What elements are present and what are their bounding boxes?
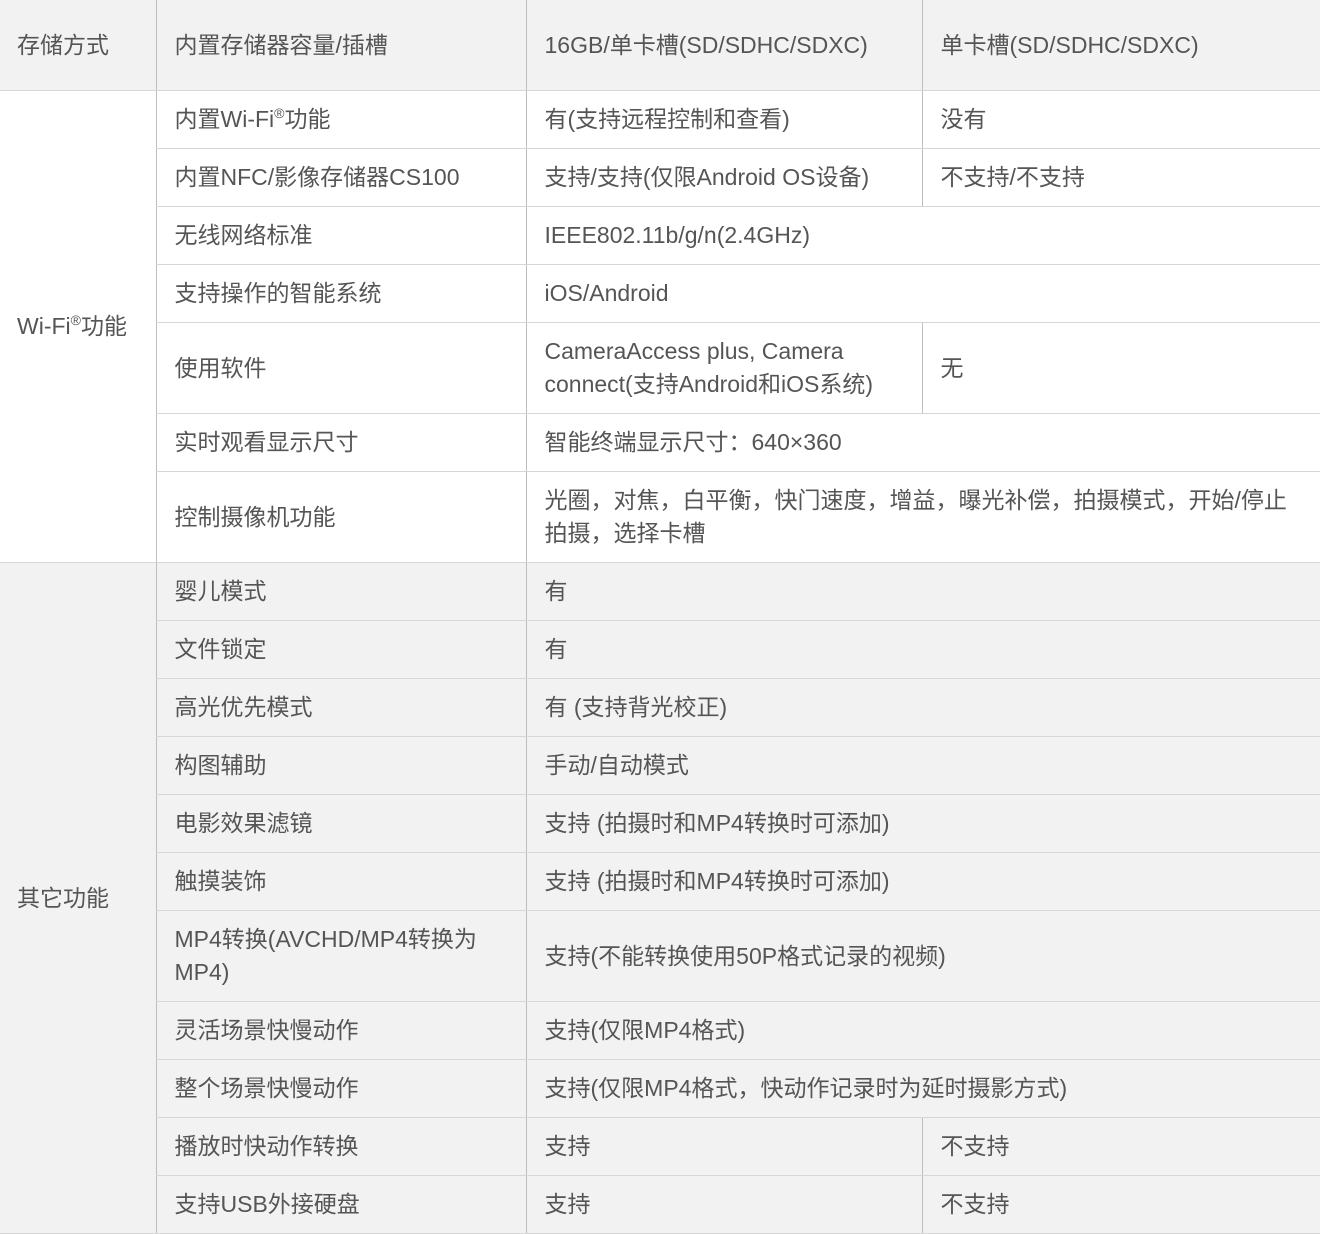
item-label: 灵活场景快慢动作 [155, 1001, 526, 1060]
item-label: 高光优先模式 [155, 678, 526, 737]
table-row: 整个场景快慢动作 支持(仅限MP4格式，快动作记录时为延时摄影方式) [0, 1059, 1320, 1118]
item-label: 内置NFC/影像存储器CS100 [155, 148, 526, 207]
value: 支持(不能转换使用50P格式记录的视频) [525, 910, 1320, 1002]
item-label: 播放时快动作转换 [155, 1117, 526, 1176]
item-label: 使用软件 [155, 322, 526, 414]
value-a: 支持/支持(仅限Android OS设备) [525, 148, 922, 207]
value: 有 [525, 562, 1320, 621]
storage-item: 内置存储器容量/插槽 [155, 0, 526, 91]
table-row: 构图辅助 手动/自动模式 [0, 736, 1320, 795]
table-row: 控制摄像机功能 光圈，对焦，白平衡，快门速度，增益，曝光补偿，拍摄模式，开始/停… [0, 471, 1320, 563]
table-row: 内置NFC/影像存储器CS100 支持/支持(仅限Android OS设备) 不… [0, 148, 1320, 207]
table-row: 其它功能 婴儿模式 有 [0, 562, 1320, 1234]
value-a: 有(支持远程控制和查看) [525, 90, 922, 149]
storage-value-b: 单卡槽(SD/SDHC/SDXC) [921, 0, 1320, 91]
item-label: 婴儿模式 [155, 562, 526, 621]
item-label: 无线网络标准 [155, 206, 526, 265]
value: 有 [525, 620, 1320, 679]
value: 支持 (拍摄时和MP4转换时可添加) [525, 794, 1320, 853]
value-a: CameraAccess plus, Camera connect(支持Andr… [525, 322, 922, 414]
category-other: 其它功能 [0, 562, 156, 1234]
value: 智能终端显示尺寸：640×360 [525, 413, 1320, 472]
value-b: 没有 [921, 90, 1320, 149]
table-row: Wi-Fi®功能 内置Wi-Fi®功能 有(支持远程控制和查看) 没有 [0, 90, 1320, 563]
table-row: 无线网络标准 IEEE802.11b/g/n(2.4GHz) [0, 206, 1320, 265]
item-label: 电影效果滤镜 [155, 794, 526, 853]
item-label: 实时观看显示尺寸 [155, 413, 526, 472]
item-label: MP4转换(AVCHD/MP4转换为MP4) [155, 910, 526, 1002]
table-row: 高光优先模式 有 (支持背光校正) [0, 678, 1320, 737]
value: 手动/自动模式 [525, 736, 1320, 795]
table-row: 支持USB外接硬盘 支持 不支持 [0, 1175, 1320, 1234]
table-row: 支持操作的智能系统 iOS/Android [0, 264, 1320, 323]
table-row: 实时观看显示尺寸 智能终端显示尺寸：640×360 [0, 413, 1320, 472]
item-label: 构图辅助 [155, 736, 526, 795]
spec-table: 存储方式 内置存储器容量/插槽 16GB/单卡槽(SD/SDHC/SDXC) 单… [0, 0, 1320, 1234]
item-label: 支持USB外接硬盘 [155, 1175, 526, 1234]
item-label: 控制摄像机功能 [155, 471, 526, 563]
category-wifi: Wi-Fi®功能 [0, 90, 156, 563]
value: 有 (支持背光校正) [525, 678, 1320, 737]
table-row: 触摸装饰 支持 (拍摄时和MP4转换时可添加) [0, 852, 1320, 911]
category-storage: 存储方式 [0, 0, 156, 91]
item-label: 内置Wi-Fi®功能 [155, 90, 526, 149]
value-a: 支持 [525, 1117, 922, 1176]
value: 光圈，对焦，白平衡，快门速度，增益，曝光补偿，拍摄模式，开始/停止拍摄，选择卡槽 [525, 471, 1320, 563]
storage-row: 存储方式 内置存储器容量/插槽 16GB/单卡槽(SD/SDHC/SDXC) 单… [0, 0, 1320, 91]
table-row: 文件锁定 有 [0, 620, 1320, 679]
value-a: 支持 [525, 1175, 922, 1234]
value: 支持(仅限MP4格式) [525, 1001, 1320, 1060]
value: iOS/Android [525, 264, 1320, 323]
table-row: MP4转换(AVCHD/MP4转换为MP4) 支持(不能转换使用50P格式记录的… [0, 910, 1320, 1002]
item-label: 支持操作的智能系统 [155, 264, 526, 323]
storage-value-a: 16GB/单卡槽(SD/SDHC/SDXC) [525, 0, 922, 91]
table-row: 播放时快动作转换 支持 不支持 [0, 1117, 1320, 1176]
table-row: 电影效果滤镜 支持 (拍摄时和MP4转换时可添加) [0, 794, 1320, 853]
value: IEEE802.11b/g/n(2.4GHz) [525, 206, 1320, 265]
value-b: 不支持 [921, 1175, 1320, 1234]
value-b: 不支持/不支持 [921, 148, 1320, 207]
table-row: 灵活场景快慢动作 支持(仅限MP4格式) [0, 1001, 1320, 1060]
value: 支持(仅限MP4格式，快动作记录时为延时摄影方式) [525, 1059, 1320, 1118]
value-b: 不支持 [921, 1117, 1320, 1176]
item-label: 触摸装饰 [155, 852, 526, 911]
value-b: 无 [921, 322, 1320, 414]
value: 支持 (拍摄时和MP4转换时可添加) [525, 852, 1320, 911]
item-label: 文件锁定 [155, 620, 526, 679]
item-label: 整个场景快慢动作 [155, 1059, 526, 1118]
table-row: 使用软件 CameraAccess plus, Camera connect(支… [0, 322, 1320, 414]
